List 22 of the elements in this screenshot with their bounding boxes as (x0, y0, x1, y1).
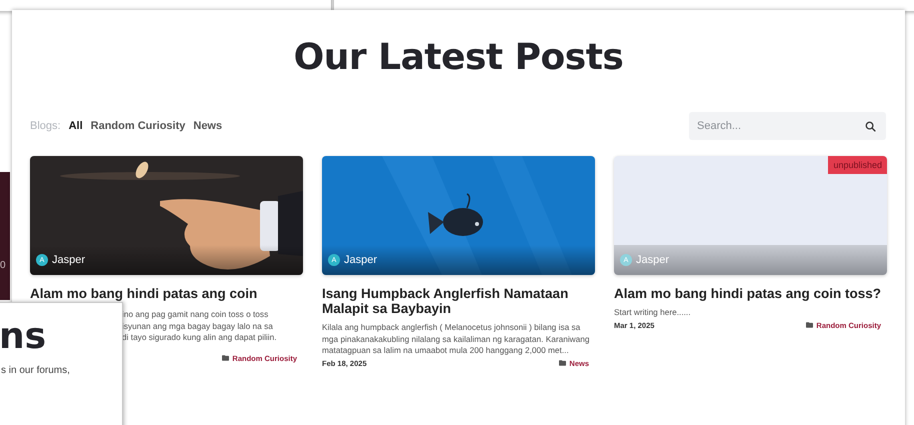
post-excerpt: Kilala ang humpback anglerfish ( Melanocetus johnsonii ) bilang isa sa mga pinakanakakubling nilalang sa kailaliman ng karagatan. Karaniwang matatagpuan sa lalim na umaabot mula 200 hanggang 2,000 met... (322, 322, 591, 356)
search-icon[interactable] (865, 120, 876, 132)
post-title[interactable]: Alam mo bang hindi patas ang coin (30, 286, 303, 301)
panel-text: s in our forums, (1, 365, 70, 376)
author-name: Jasper (636, 254, 670, 266)
post-title[interactable]: Isang Humpback Anglerfish Namataan Malapit sa Baybayin (322, 286, 595, 316)
filter-link[interactable]: All (68, 120, 83, 132)
page-title: Our Latest Posts (292, 36, 624, 80)
status-badge: unpublished (828, 156, 887, 174)
filter-label: Blogs: (30, 120, 61, 132)
folder-icon (806, 322, 814, 328)
search-field[interactable]: Search... (689, 112, 886, 140)
panel-heading: ns (0, 317, 46, 357)
side-text: 0 (0, 260, 7, 271)
author-name: Jasper (52, 254, 86, 266)
folder-icon (222, 355, 230, 361)
post-title[interactable]: Alam mo bang hindi patas ang coin toss? (614, 286, 887, 301)
post-excerpt: Start writing here...... (614, 307, 692, 318)
filter-link[interactable]: News (193, 120, 222, 132)
filter-link[interactable]: Random Curiosity (90, 120, 186, 132)
author-name: Jasper (344, 254, 378, 266)
folder-icon (559, 360, 566, 366)
